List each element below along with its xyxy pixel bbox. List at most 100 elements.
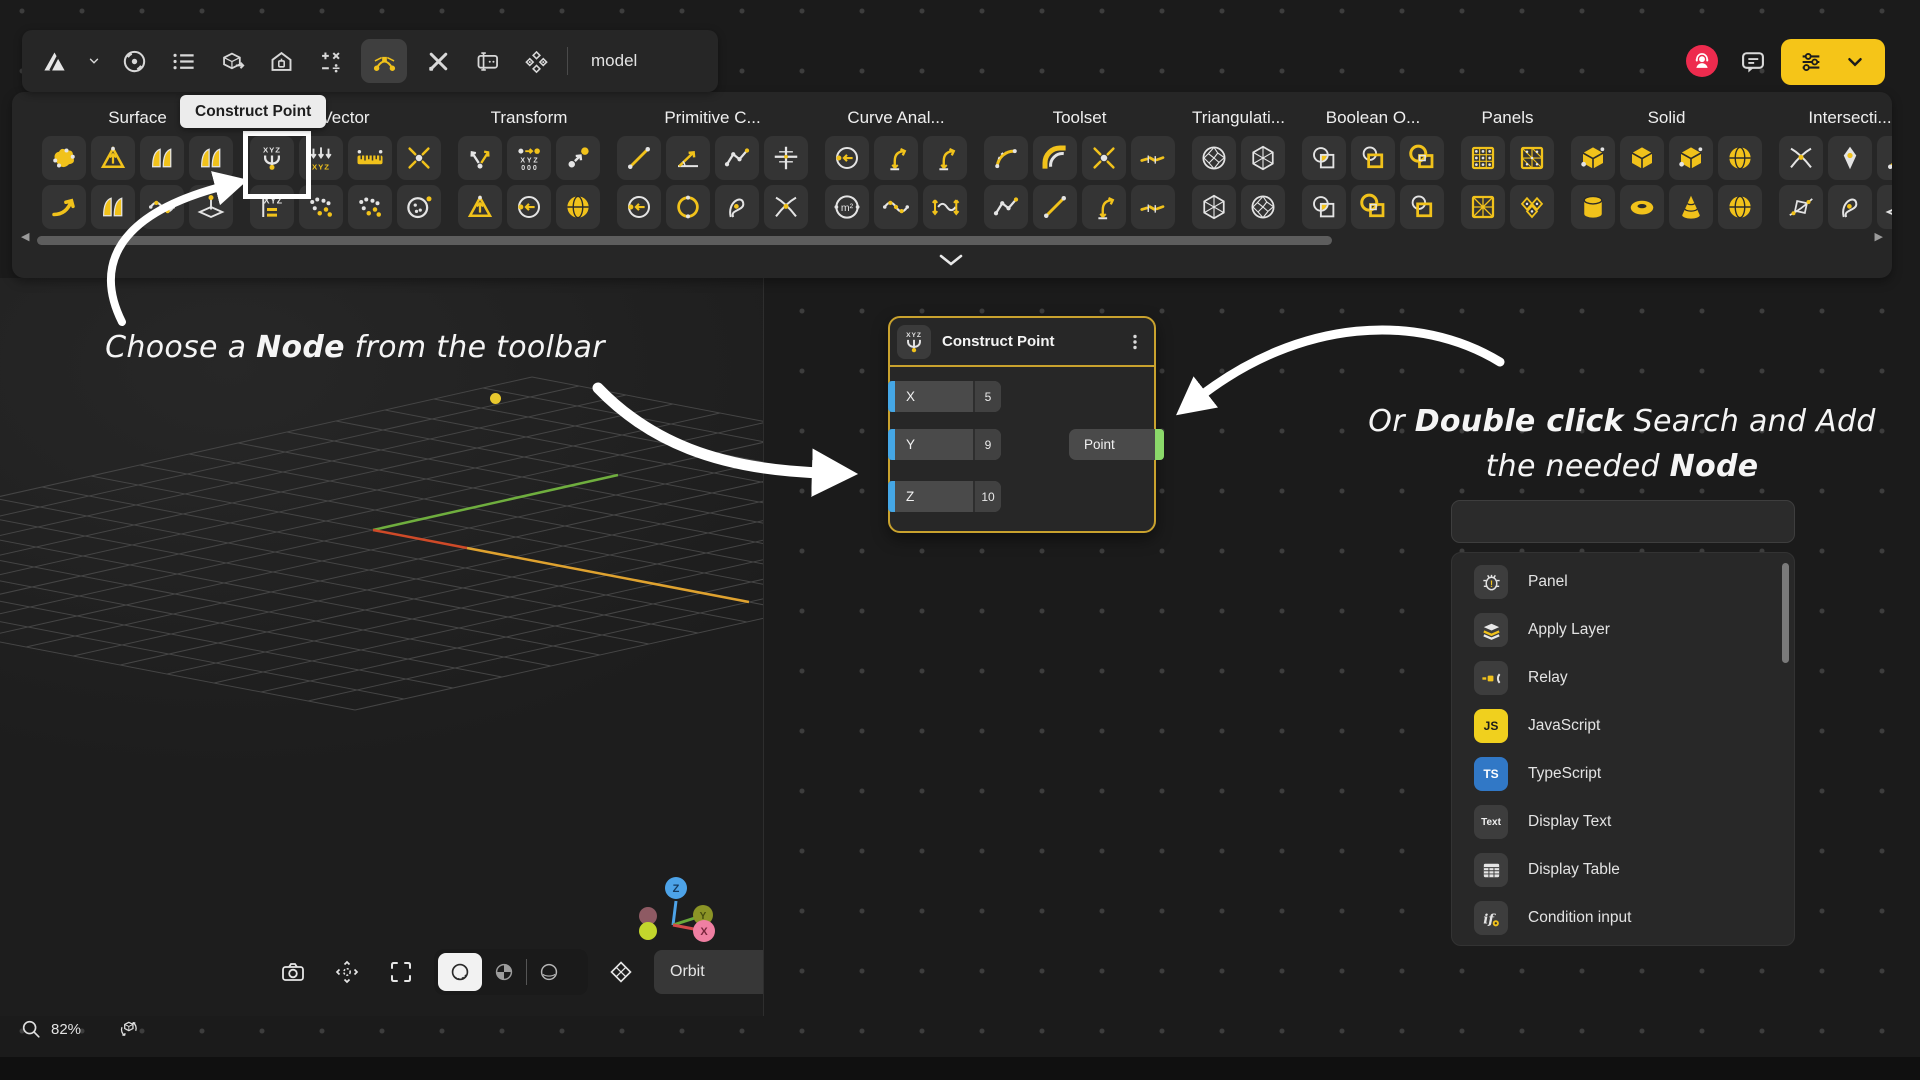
sphere-points-icon[interactable] <box>1718 185 1762 229</box>
surface-swoosh-icon[interactable] <box>42 185 86 229</box>
hatch-lines-icon[interactable] <box>1131 185 1175 229</box>
scroll-right-arrow[interactable]: ▶ <box>1875 230 1883 243</box>
app-logo-icon[interactable] <box>36 39 72 83</box>
xyz-list-icon[interactable] <box>250 185 294 229</box>
convex-hull-icon[interactable] <box>1241 185 1285 229</box>
input-port[interactable] <box>888 381 895 412</box>
surface-fan-icon[interactable] <box>91 185 135 229</box>
input-port[interactable] <box>888 429 895 460</box>
curve-curve-icon[interactable] <box>1779 136 1823 180</box>
panel-diagonal-icon[interactable] <box>1510 136 1554 180</box>
input-port[interactable] <box>888 481 895 512</box>
output-row-point[interactable]: Point <box>1069 429 1164 460</box>
solid-torus-icon[interactable] <box>1620 185 1664 229</box>
box-corner-point-icon[interactable] <box>1571 136 1615 180</box>
surface-plane-point-icon[interactable] <box>189 185 233 229</box>
input-row-x[interactable]: X5 <box>888 381 1001 412</box>
rename-box-icon[interactable] <box>469 39 505 83</box>
input-value[interactable]: 9 <box>973 429 1001 460</box>
surface-ripple-icon[interactable] <box>140 185 184 229</box>
move-xyz-icon[interactable] <box>507 136 551 180</box>
search-result-apply-layer[interactable]: Apply Layer <box>1452 606 1794 654</box>
voronoi-sphere-icon[interactable] <box>1192 136 1236 180</box>
input-row-y[interactable]: Y9 <box>888 429 1001 460</box>
input-value[interactable]: 10 <box>973 481 1001 512</box>
box-points-icon[interactable] <box>1669 136 1713 180</box>
curve-area-icon[interactable] <box>825 185 869 229</box>
home-library-icon[interactable] <box>263 39 299 83</box>
boolean-difference-icon[interactable] <box>1351 136 1395 180</box>
output-port[interactable] <box>1155 429 1164 460</box>
search-result-display-table[interactable]: Display Table <box>1452 846 1794 894</box>
viewport-3d[interactable]: Z Y X <box>0 278 764 1016</box>
region-slice-icon[interactable] <box>1302 185 1346 229</box>
plane-plane-icon[interactable] <box>1877 185 1892 229</box>
circle-center-icon[interactable] <box>617 185 661 229</box>
components-icon[interactable] <box>518 39 554 83</box>
boolean-intersection-icon[interactable] <box>1400 136 1444 180</box>
vector-pair-icon[interactable] <box>458 136 502 180</box>
shaded-mode-button[interactable] <box>438 953 482 991</box>
comments-button[interactable] <box>1739 48 1767 76</box>
surface-loft-icon[interactable] <box>140 136 184 180</box>
move-point-icon[interactable] <box>556 136 600 180</box>
export-box-icon[interactable] <box>214 39 250 83</box>
box-center-icon[interactable] <box>1620 136 1664 180</box>
mirror-object-icon[interactable] <box>458 185 502 229</box>
math-operators-icon[interactable] <box>312 39 348 83</box>
panel-lattice-icon[interactable] <box>1461 185 1505 229</box>
wireframe-mode-button[interactable] <box>527 953 571 991</box>
panel-grid-icon[interactable] <box>1461 136 1505 180</box>
zoom-icon[interactable] <box>20 1018 42 1040</box>
dash-pattern-icon[interactable] <box>1131 136 1175 180</box>
search-result-javascript[interactable]: JSJavaScript <box>1452 702 1794 750</box>
orient-sphere-icon[interactable] <box>556 185 600 229</box>
sync-model-icon[interactable] <box>116 1018 138 1040</box>
collapse-toolbar-chevron[interactable] <box>936 250 966 270</box>
quick-settings-button[interactable] <box>1781 39 1885 85</box>
circle-points-icon[interactable] <box>397 185 441 229</box>
record-target-icon[interactable] <box>116 39 152 83</box>
fit-view-button[interactable] <box>380 948 422 996</box>
active-file-tab[interactable]: model <box>581 51 647 71</box>
vector-scatter-icon[interactable] <box>397 136 441 180</box>
hex-triangulate-icon[interactable] <box>1241 136 1285 180</box>
edit-tools-icon[interactable] <box>420 39 456 83</box>
measure-ruler-icon[interactable] <box>348 136 392 180</box>
toolbar-scrollbar[interactable] <box>37 236 1332 245</box>
panel-diamond-icon[interactable] <box>1510 185 1554 229</box>
ellipse-arrow-icon[interactable] <box>715 185 759 229</box>
fillet-corner-icon[interactable] <box>1033 136 1077 180</box>
search-result-typescript[interactable]: TSTypeScript <box>1452 750 1794 798</box>
line-segment-icon[interactable] <box>617 136 661 180</box>
workspace-chevron-icon[interactable] <box>85 39 103 83</box>
search-result-display-text[interactable]: TextDisplay Text <box>1452 798 1794 846</box>
point-cloud-icon[interactable] <box>348 185 392 229</box>
pan-mode-button[interactable] <box>326 948 368 996</box>
solid-sphere-icon[interactable] <box>1718 136 1762 180</box>
surface-tent-icon[interactable] <box>91 136 135 180</box>
rotate-object-icon[interactable] <box>507 185 551 229</box>
grid-toggle-button[interactable] <box>600 948 642 996</box>
mesh-ray-icon[interactable] <box>1779 185 1823 229</box>
curve-tangent-icon[interactable] <box>874 136 918 180</box>
arc-blend-icon[interactable] <box>984 136 1028 180</box>
zoom-level-value[interactable]: 82% <box>51 1021 81 1038</box>
surface-freeform-icon[interactable] <box>42 136 86 180</box>
node-header[interactable]: Construct Point <box>890 318 1154 367</box>
construct-point-node[interactable]: Construct Point X5Y9Z10Point <box>888 316 1156 533</box>
search-result-condition-input[interactable]: Condition input <box>1452 894 1794 942</box>
brep-line-icon[interactable] <box>1877 136 1892 180</box>
flip-curve-icon[interactable] <box>1082 185 1126 229</box>
curve-dots-icon[interactable] <box>984 185 1028 229</box>
point-cluster-icon[interactable] <box>299 185 343 229</box>
collide-points-icon[interactable] <box>1082 136 1126 180</box>
circle-tangent-icon[interactable] <box>764 185 808 229</box>
input-row-z[interactable]: Z10 <box>888 481 1001 512</box>
ghosted-mode-button[interactable] <box>482 953 526 991</box>
polyline-icon[interactable] <box>715 136 759 180</box>
segment-dots-icon[interactable] <box>1033 185 1077 229</box>
boolean-union-icon[interactable] <box>1302 136 1346 180</box>
input-value[interactable]: 5 <box>973 381 1001 412</box>
solid-cylinder-icon[interactable] <box>1571 185 1615 229</box>
